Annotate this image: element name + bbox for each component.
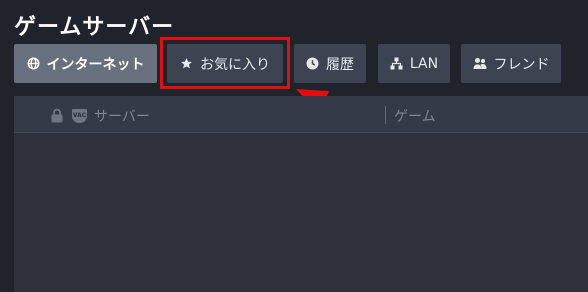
server-list-panel[interactable]: VAC サーバー ゲーム	[14, 96, 588, 292]
vac-shield-icon: VAC	[72, 109, 87, 123]
column-game[interactable]: ゲーム	[394, 106, 436, 126]
table-header: VAC サーバー ゲーム	[14, 96, 588, 133]
column-server[interactable]: サーバー	[94, 106, 150, 126]
column-divider[interactable]	[385, 106, 386, 124]
lock-icon	[51, 108, 63, 127]
